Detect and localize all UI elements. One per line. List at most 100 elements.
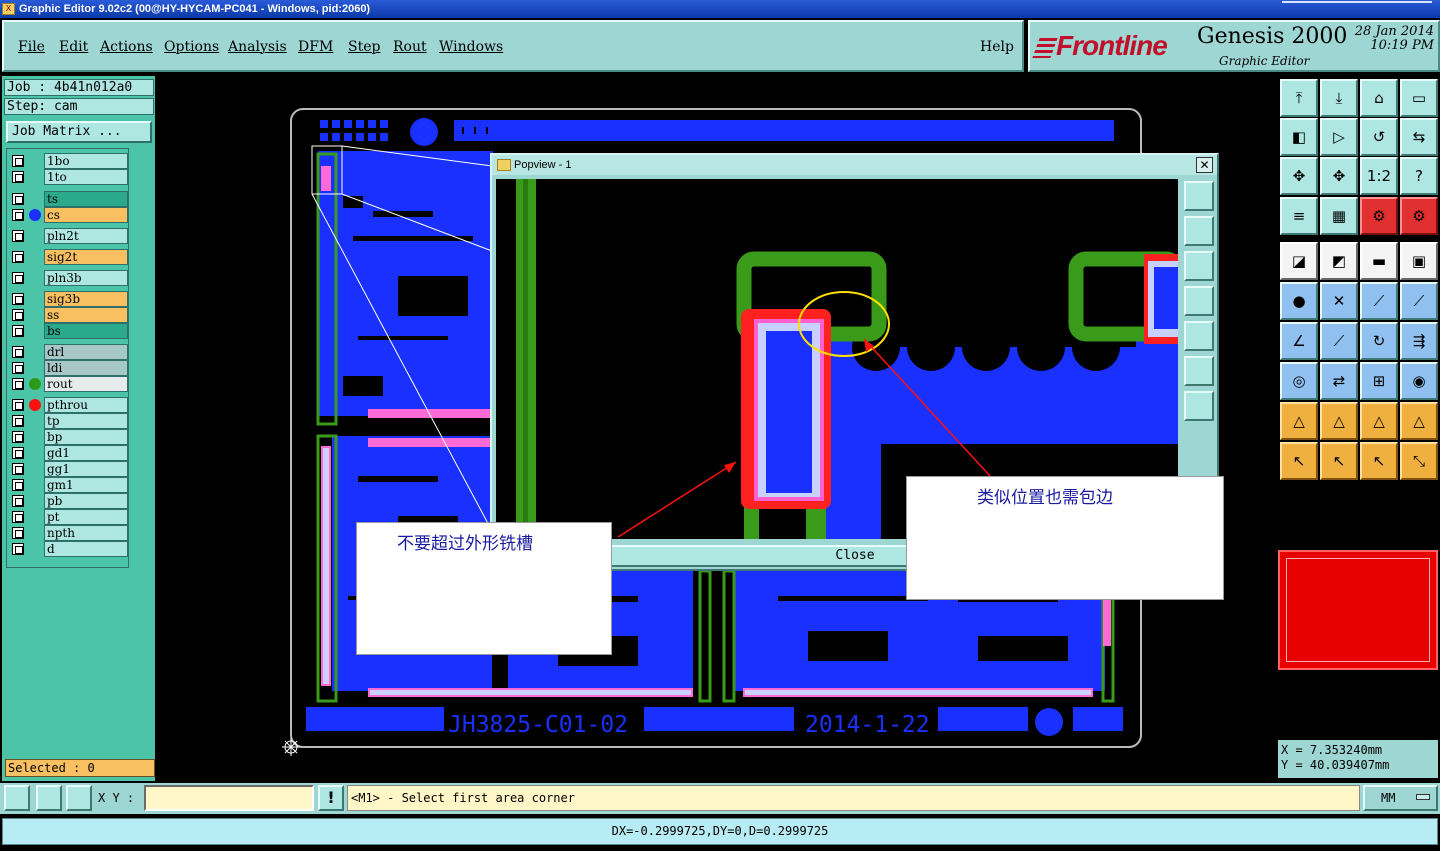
layer-row-1bo[interactable]: 1bo (7, 153, 130, 169)
tool-button-icon[interactable]: ◩ (1320, 242, 1358, 280)
tool-button-icon[interactable]: ◎ (1280, 362, 1318, 400)
layer-row-gm1[interactable]: gm1 (7, 477, 130, 493)
tool-button-icon[interactable]: ▣ (1400, 242, 1438, 280)
layer-checkbox[interactable] (12, 230, 24, 242)
popview-pan-right-icon[interactable] (1184, 321, 1214, 351)
tool-button-icon[interactable]: ↖ (1320, 442, 1358, 480)
tool-button-icon[interactable]: ≡ (1280, 197, 1318, 235)
tool-button-icon[interactable]: ⤡ (1400, 442, 1438, 480)
tool-button-icon[interactable]: ⟋ (1360, 282, 1398, 320)
tool-button-icon[interactable]: ⤒ (1280, 79, 1318, 117)
layer-checkbox[interactable] (12, 193, 24, 205)
tool-button-icon[interactable]: ⚙ (1400, 197, 1438, 235)
layer-checkbox[interactable] (12, 415, 24, 427)
tool-button-icon[interactable]: ↺ (1360, 118, 1398, 156)
layer-name[interactable]: sig2t (44, 249, 128, 265)
layer-checkbox[interactable] (12, 495, 24, 507)
layer-name[interactable]: npth (44, 525, 128, 541)
layer-checkbox[interactable] (12, 447, 24, 459)
tool-button-icon[interactable]: ⌂ (1360, 79, 1398, 117)
layer-checkbox[interactable] (12, 346, 24, 358)
tool-button-icon[interactable]: ⚙ (1360, 197, 1398, 235)
menu-edit[interactable]: Edit (59, 39, 88, 55)
tool-button-icon[interactable]: ▦ (1320, 197, 1358, 235)
layer-name[interactable]: gd1 (44, 445, 128, 461)
tool-button-icon[interactable]: ● (1280, 282, 1318, 320)
layer-name[interactable]: gg1 (44, 461, 128, 477)
units-select[interactable]: MM (1363, 785, 1438, 811)
popview-close-icon[interactable]: ✕ (1196, 157, 1213, 173)
layer-row-ldi[interactable]: ldi (7, 360, 130, 376)
tool-button-icon[interactable]: ✥ (1280, 157, 1318, 195)
popview-fit-icon[interactable] (1184, 356, 1214, 386)
layer-name[interactable]: pb (44, 493, 128, 509)
layer-row-npth[interactable]: npth (7, 525, 130, 541)
popview-pan-left-icon[interactable] (1184, 286, 1214, 316)
layer-row-ts[interactable]: ts (7, 191, 130, 207)
tool-button-icon[interactable]: ↖ (1280, 442, 1318, 480)
layer-name[interactable]: drl (44, 344, 128, 360)
layer-checkbox[interactable] (12, 479, 24, 491)
layer-checkbox[interactable] (12, 362, 24, 374)
menu-windows[interactable]: Windows (439, 39, 503, 55)
layer-row-drl[interactable]: drl (7, 344, 130, 360)
layer-row-ss[interactable]: ss (7, 307, 130, 323)
layer-row-d[interactable]: d (7, 541, 130, 557)
menu-analysis[interactable]: Analysis (228, 39, 287, 55)
layer-name[interactable]: tp (44, 413, 128, 429)
tool-button-icon[interactable]: ? (1400, 157, 1438, 195)
layer-name[interactable]: 1to (44, 169, 128, 185)
layer-row-gd1[interactable]: gd1 (7, 445, 130, 461)
tool-button-icon[interactable]: ▬ (1360, 242, 1398, 280)
menu-help[interactable]: Help (980, 39, 1014, 55)
layer-name[interactable]: cs (44, 207, 128, 223)
popview-title-bar[interactable]: Popview - 1 (492, 155, 1217, 175)
layer-name[interactable]: gm1 (44, 477, 128, 493)
menu-step[interactable]: Step (348, 39, 380, 55)
layer-name[interactable]: ts (44, 191, 128, 207)
popview-pan-down-icon[interactable] (1184, 251, 1214, 281)
layer-name[interactable]: ss (44, 307, 128, 323)
layer-row-rout[interactable]: rout (7, 376, 130, 392)
tool-button-icon[interactable]: ⇆ (1400, 118, 1438, 156)
tool-button-icon[interactable]: ⤓ (1320, 79, 1358, 117)
layer-checkbox[interactable] (12, 209, 24, 221)
layer-checkbox[interactable] (12, 171, 24, 183)
layer-row-cs[interactable]: cs (7, 207, 130, 223)
tool-button-icon[interactable]: △ (1320, 402, 1358, 440)
popview-pan-up-icon[interactable] (1184, 216, 1214, 246)
tool-button-icon[interactable]: △ (1360, 402, 1398, 440)
tool-button-icon[interactable]: ⟋ (1320, 322, 1358, 360)
layer-checkbox[interactable] (12, 272, 24, 284)
tool-button-icon[interactable]: ⇄ (1320, 362, 1358, 400)
layer-checkbox[interactable] (12, 511, 24, 523)
tool-button-icon[interactable]: ⊞ (1360, 362, 1398, 400)
snap-mode-icon[interactable] (4, 785, 30, 811)
tool-button-icon[interactable]: ↻ (1360, 322, 1398, 360)
tool-button-icon[interactable]: ◪ (1280, 242, 1318, 280)
popview-zoom-icon[interactable] (1184, 181, 1214, 211)
tool-button-icon[interactable]: ⟋ (1400, 282, 1438, 320)
grid-mode-icon[interactable] (66, 785, 92, 811)
tool-button-icon[interactable]: ∠ (1280, 322, 1318, 360)
layer-row-gg1[interactable]: gg1 (7, 461, 130, 477)
layer-checkbox[interactable] (12, 527, 24, 539)
layer-checkbox[interactable] (12, 543, 24, 555)
tool-button-icon[interactable]: ✥ (1320, 157, 1358, 195)
layer-checkbox[interactable] (12, 251, 24, 263)
tool-button-icon[interactable]: △ (1400, 402, 1438, 440)
alert-icon[interactable]: ! (318, 785, 344, 811)
tool-button-icon[interactable]: ↖ (1360, 442, 1398, 480)
layer-name[interactable]: pln3b (44, 270, 128, 286)
layer-row-bp[interactable]: bp (7, 429, 130, 445)
menu-options[interactable]: Options (164, 39, 219, 55)
menu-dfm[interactable]: DFM (298, 39, 333, 55)
tool-button-icon[interactable]: ✕ (1320, 282, 1358, 320)
layer-name[interactable]: pt (44, 509, 128, 525)
popview-center-icon[interactable] (1184, 391, 1214, 421)
layer-name[interactable]: d (44, 541, 128, 557)
layer-checkbox[interactable] (12, 155, 24, 167)
job-matrix-button[interactable]: Job Matrix ... (6, 121, 152, 143)
layer-checkbox[interactable] (12, 431, 24, 443)
layer-row-pb[interactable]: pb (7, 493, 130, 509)
